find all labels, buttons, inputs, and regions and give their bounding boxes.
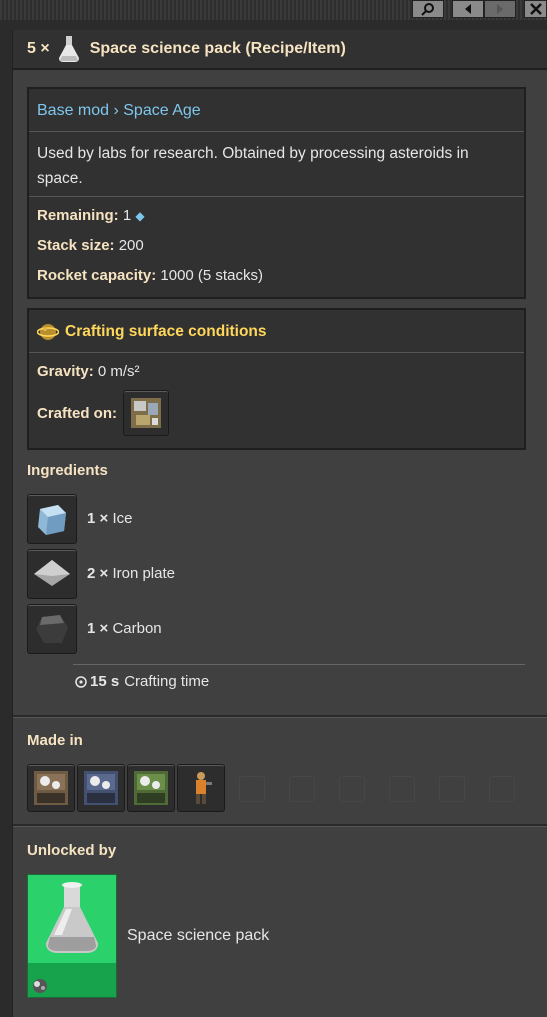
gravity-value: 0 m/s² xyxy=(97,363,140,380)
empty-slot xyxy=(289,776,315,802)
ingredient-slot-iron-plate[interactable] xyxy=(27,549,77,599)
recipe-title: Space science pack (Recipe/Item) xyxy=(89,40,346,57)
remaining-label: Remaining: xyxy=(37,207,119,224)
empty-slot xyxy=(339,776,365,802)
engineer-character-icon xyxy=(196,772,212,804)
empty-slot xyxy=(239,776,265,802)
back-button[interactable] xyxy=(452,0,484,18)
ingredient-name: Carbon xyxy=(112,620,162,637)
surface-conditions-header: Crafting surface conditions xyxy=(37,321,267,343)
assembling-machine-2-icon xyxy=(84,771,118,805)
ingredient-amount: 1 × xyxy=(87,510,109,527)
made-in-slot-4[interactable] xyxy=(177,764,225,812)
mod-breadcrumb[interactable]: Base mod › Space Age xyxy=(37,102,201,120)
iron-plate-icon xyxy=(34,560,70,586)
rocket-capacity-label: Rocket capacity: xyxy=(37,267,157,284)
close-button[interactable] xyxy=(524,0,547,18)
space-platform-icon xyxy=(131,398,161,428)
technology-card[interactable] xyxy=(27,874,117,998)
search-icon xyxy=(421,3,434,16)
planet-icon xyxy=(37,324,59,340)
crafting-time-label: Crafting time xyxy=(124,673,210,690)
ingredient-amount: 1 × xyxy=(87,620,109,637)
ingredient-name: Ice xyxy=(112,510,133,527)
ingredient-iron-plate: 2 × Iron plate xyxy=(87,565,175,582)
diamond-icon: ◆ xyxy=(135,209,145,223)
item-info-box: Base mod › Space Age Used by labs for re… xyxy=(27,87,526,299)
made-in-slot-1[interactable] xyxy=(27,764,75,812)
clock-icon xyxy=(75,675,87,688)
close-icon xyxy=(529,3,542,15)
unlocked-by-title: Unlocked by xyxy=(27,842,117,859)
item-description: Used by labs for research. Obtained by p… xyxy=(37,145,469,187)
made-in-title: Made in xyxy=(27,732,83,749)
gravity-row: Gravity: 0 m/s² xyxy=(37,363,140,380)
stack-size-row: Stack size: 200 xyxy=(37,237,144,254)
stack-size-label: Stack size: xyxy=(37,237,115,254)
crafting-time-value: 15 s xyxy=(90,673,120,690)
tooltip-panel: 5 × Space science pack (Recipe/Item) Bas… xyxy=(12,30,547,1017)
crafting-time-row: 15 s Crafting time xyxy=(75,673,209,690)
ingredient-slot-carbon[interactable] xyxy=(27,604,77,654)
empty-slot xyxy=(489,776,515,802)
empty-slot xyxy=(439,776,465,802)
recipe-count: 5 × xyxy=(27,40,50,57)
empty-slot xyxy=(389,776,415,802)
recipe-header: 5 × Space science pack (Recipe/Item) xyxy=(13,30,547,70)
space-science-pack-technology-icon xyxy=(46,882,98,953)
ingredients-title: Ingredients xyxy=(27,462,108,479)
remaining-value: 1 xyxy=(122,207,132,224)
surface-conditions-box: Crafting surface conditions Gravity: 0 m… xyxy=(27,308,526,450)
ice-icon xyxy=(38,505,66,535)
assembling-machine-1-icon xyxy=(34,771,68,805)
carbon-icon xyxy=(36,615,68,643)
ingredient-carbon: 1 × Carbon xyxy=(87,620,162,637)
ingredient-amount: 2 × xyxy=(87,565,109,582)
assembling-machine-3-icon xyxy=(134,771,168,805)
technology-name[interactable]: Space science pack xyxy=(127,927,269,945)
search-button[interactable] xyxy=(412,0,444,18)
top-bar xyxy=(0,0,547,20)
space-science-pack-icon xyxy=(58,36,79,62)
made-in-slot-2[interactable] xyxy=(77,764,125,812)
arrow-right-icon xyxy=(497,4,503,14)
space-platform-slot[interactable] xyxy=(123,390,169,436)
crafting-time-separator xyxy=(73,664,525,665)
planet-corner-icon xyxy=(33,979,47,993)
ingredient-ice: 1 × Ice xyxy=(87,510,132,527)
stack-size-value: 200 xyxy=(118,237,144,254)
arrow-left-icon xyxy=(465,4,471,14)
rocket-capacity-value: 1000 (5 stacks) xyxy=(160,267,263,284)
ingredient-slot-ice[interactable] xyxy=(27,494,77,544)
rocket-capacity-row: Rocket capacity: 1000 (5 stacks) xyxy=(37,267,263,284)
forward-button[interactable] xyxy=(484,0,516,18)
surface-conditions-title: Crafting surface conditions xyxy=(65,323,267,340)
remaining-row: Remaining: 1 ◆ xyxy=(37,207,145,224)
made-in-slot-3[interactable] xyxy=(127,764,175,812)
crafted-on-label: Crafted on: xyxy=(37,405,117,422)
gravity-label: Gravity: xyxy=(37,363,94,380)
ingredient-name: Iron plate xyxy=(112,565,175,582)
